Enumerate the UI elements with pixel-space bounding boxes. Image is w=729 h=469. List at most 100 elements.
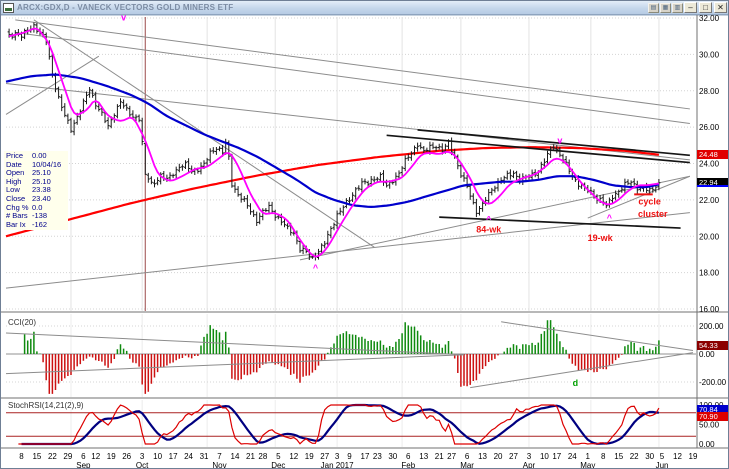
time-axis-day: 6 bbox=[465, 452, 470, 461]
time-axis-day: 10 bbox=[540, 452, 549, 461]
titlebar[interactable]: ARCX:GDX,D - VANECK VECTORS GOLD MINERS … bbox=[1, 1, 729, 15]
time-axis-day: 27 bbox=[320, 452, 329, 461]
info-row: Bar Ix-162 bbox=[6, 221, 66, 230]
time-axis-day: 17 bbox=[169, 452, 178, 461]
minimize-button[interactable]: – bbox=[684, 2, 697, 13]
time-axis-month: Oct bbox=[136, 461, 149, 469]
annotation-84-wk: 84-wk bbox=[476, 225, 502, 235]
time-axis-day: 28 bbox=[258, 452, 267, 461]
stochrsi-fast-line bbox=[18, 405, 659, 444]
trendline-black bbox=[387, 135, 690, 162]
price-axis-label: 30.00 bbox=[699, 50, 720, 59]
time-axis-day: 9 bbox=[347, 452, 352, 461]
price-axis-label: 16.00 bbox=[699, 305, 720, 314]
price-axis-label: 24.00 bbox=[699, 160, 720, 169]
time-axis-day: 20 bbox=[494, 452, 503, 461]
maximize-button[interactable]: □ bbox=[699, 2, 712, 13]
time-axis-day: 6 bbox=[81, 452, 86, 461]
time-axis-day: 17 bbox=[361, 452, 370, 461]
time-axis-month: Jun bbox=[656, 461, 669, 469]
annotation-cluster: cluster bbox=[638, 209, 668, 219]
time-axis-month: Mar bbox=[460, 461, 474, 469]
time-axis-day: 8 bbox=[19, 452, 24, 461]
trendline-gray bbox=[15, 33, 690, 124]
stoch-axis-label: 50.00 bbox=[699, 421, 720, 430]
annotation-^: ^ bbox=[486, 215, 492, 225]
time-axis-day: 13 bbox=[478, 452, 487, 461]
time-axis-day: 7 bbox=[217, 452, 222, 461]
time-axis-day: 23 bbox=[373, 452, 382, 461]
ohlc-bars bbox=[8, 23, 661, 261]
time-axis-day: 21 bbox=[246, 452, 255, 461]
close-button[interactable]: ✕ bbox=[714, 2, 727, 13]
time-axis-day: 1 bbox=[586, 452, 591, 461]
price-axis-label: 20.00 bbox=[699, 232, 720, 241]
time-axis-day: 27 bbox=[509, 452, 518, 461]
time-axis-day: 19 bbox=[305, 452, 314, 461]
time-axis-month: Nov bbox=[212, 461, 226, 469]
cci-value-badge: 54.33 bbox=[697, 341, 729, 350]
price-axis-label: 28.00 bbox=[699, 87, 720, 96]
time-axis-day: 24 bbox=[568, 452, 577, 461]
titlebar-tool-icon-1[interactable]: ▤ bbox=[648, 3, 659, 13]
price-axis-label: 18.00 bbox=[699, 269, 720, 278]
time-axis-month: Sep bbox=[76, 461, 91, 469]
time-axis-day: 15 bbox=[614, 452, 623, 461]
time-axis-day: 3 bbox=[335, 452, 340, 461]
cci-panel-label: CCI(20) bbox=[7, 318, 37, 327]
time-axis-day: 14 bbox=[231, 452, 240, 461]
time-axis-day: 22 bbox=[48, 452, 57, 461]
stoch-panel-label: StochRSI(14,21(2),9) bbox=[7, 401, 85, 410]
time-axis-day: 26 bbox=[122, 452, 131, 461]
annotation-^: ^ bbox=[313, 263, 319, 273]
price-info-box: Price0.00Date10/04/16Open25.10High25.10L… bbox=[4, 151, 68, 230]
annotation-cycle: cycle bbox=[638, 196, 661, 206]
price-badge-last: 22.94 bbox=[697, 178, 729, 187]
titlebar-tool-icon-3[interactable]: ▥ bbox=[672, 3, 683, 13]
time-axis-day: 10 bbox=[153, 452, 162, 461]
time-axis-month: Dec bbox=[271, 461, 285, 469]
time-axis-day: 12 bbox=[91, 452, 100, 461]
price-axis-label: 22.00 bbox=[699, 196, 720, 205]
time-axis-day: 30 bbox=[645, 452, 654, 461]
annotation-19-wk: 19-wk bbox=[588, 233, 614, 243]
cci-axis-label: -200.00 bbox=[699, 378, 727, 387]
time-axis-month: Apr bbox=[523, 461, 536, 469]
titlebar-tool-icon-2[interactable]: ▦ bbox=[660, 3, 671, 13]
annotation-d: d bbox=[573, 378, 579, 388]
time-axis-day: 12 bbox=[673, 452, 682, 461]
time-axis-day: 6 bbox=[406, 452, 411, 461]
time-axis-day: 5 bbox=[276, 452, 281, 461]
price-axis-label: 26.00 bbox=[699, 123, 720, 132]
annotation-v: v bbox=[557, 135, 562, 145]
price-badge-red-ma: 24.48 bbox=[697, 150, 729, 159]
price-axis-label: 32.00 bbox=[699, 15, 720, 23]
time-axis-day: 3 bbox=[527, 452, 532, 461]
chart-area: v^^^v84-wk19-wkcycleclusterd32.0030.0028… bbox=[1, 15, 729, 469]
cci-axis-label: 200.00 bbox=[699, 322, 724, 331]
time-axis-month: Feb bbox=[401, 461, 415, 469]
stoch-axis-label: 0.00 bbox=[699, 440, 715, 449]
time-axis-day: 19 bbox=[107, 452, 116, 461]
window-title: ARCX:GDX,D - VANECK VECTORS GOLD MINERS … bbox=[17, 3, 648, 12]
time-axis-day: 22 bbox=[630, 452, 639, 461]
annotation-v: v bbox=[121, 15, 126, 23]
stoch-fast-badge: 70.90 bbox=[697, 412, 729, 421]
chart-window: ARCX:GDX,D - VANECK VECTORS GOLD MINERS … bbox=[0, 0, 729, 469]
time-axis-day: 12 bbox=[289, 452, 298, 461]
time-axis-month: May bbox=[580, 461, 595, 469]
app-icon bbox=[3, 3, 14, 13]
time-axis-day: 15 bbox=[32, 452, 41, 461]
time-axis-month: Jan 2017 bbox=[321, 461, 354, 469]
time-axis-day: 27 bbox=[447, 452, 456, 461]
cci-axis-label: 0.00 bbox=[699, 350, 715, 359]
time-axis-day: 8 bbox=[601, 452, 606, 461]
time-axis-day: 31 bbox=[200, 452, 209, 461]
time-axis-day: 29 bbox=[63, 452, 72, 461]
time-axis-day: 21 bbox=[435, 452, 444, 461]
time-axis-day: 24 bbox=[184, 452, 193, 461]
time-axis-day: 17 bbox=[552, 452, 561, 461]
time-axis-day: 30 bbox=[388, 452, 397, 461]
time-axis-day: 5 bbox=[660, 452, 665, 461]
chart-canvas[interactable]: v^^^v84-wk19-wkcycleclusterd32.0030.0028… bbox=[1, 15, 729, 469]
